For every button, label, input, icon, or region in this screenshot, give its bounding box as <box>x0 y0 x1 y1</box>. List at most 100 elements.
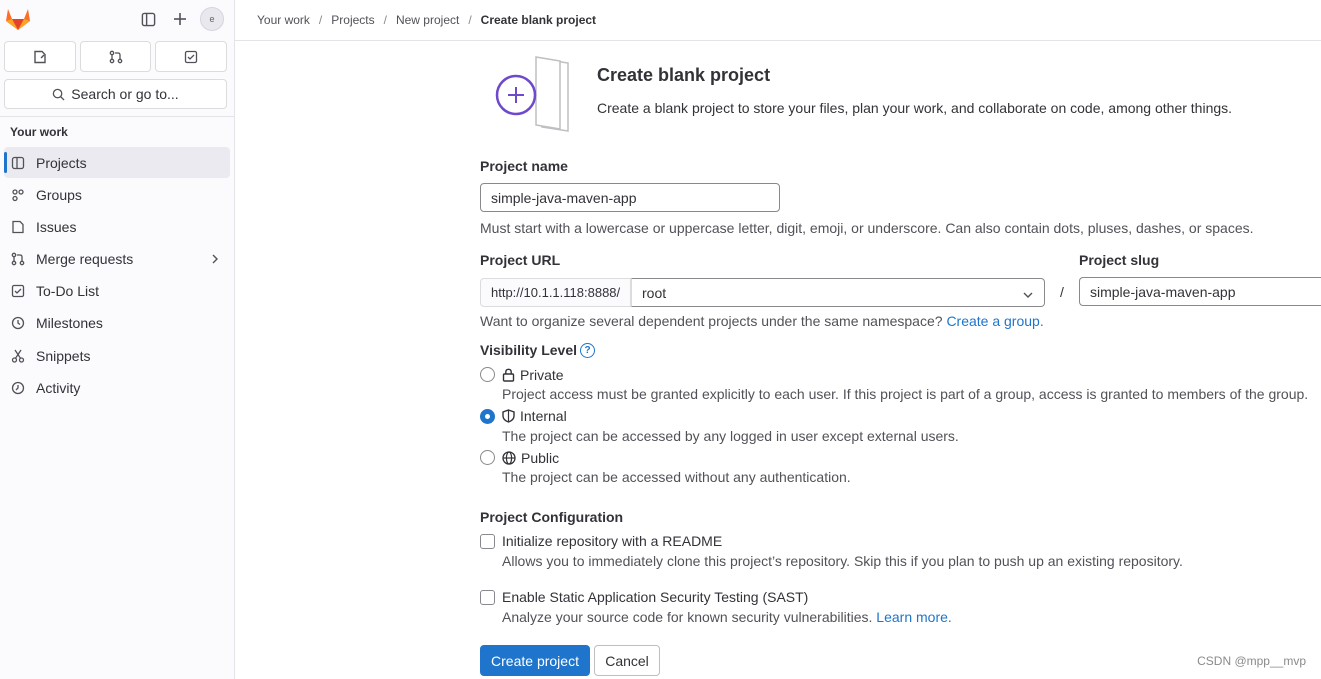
breadcrumb-separator: / <box>318 13 323 27</box>
readme-checkbox[interactable] <box>480 534 495 549</box>
sidebar-nav: Projects Groups Issues Merge requests To… <box>4 147 230 405</box>
chevron-right-icon <box>210 252 220 268</box>
breadcrumb-separator: / <box>468 13 472 27</box>
todo-counter-button[interactable] <box>155 41 228 72</box>
breadcrumb-projects[interactable]: Projects <box>331 13 374 27</box>
merge-requests-counter-button[interactable] <box>79 41 152 72</box>
search-icon <box>53 88 65 101</box>
sidebar-item-label: Projects <box>36 154 87 171</box>
todo-icon <box>10 283 26 299</box>
milestone-icon <box>10 315 26 331</box>
readme-desc: Allows you to immediately clone this pro… <box>502 553 1183 569</box>
url-prefix: http://10.1.1.118:8888/ <box>480 278 631 307</box>
visibility-private-radio[interactable] <box>480 367 495 382</box>
sidebar-item-snippets[interactable]: Snippets <box>4 340 230 371</box>
sidebar-item-activity[interactable]: Activity <box>4 372 230 403</box>
project-slug-input[interactable]: simple-java-maven-app <box>1079 277 1321 306</box>
history-icon <box>10 380 26 396</box>
sidebar: e Search or go to... Your work Projects … <box>0 0 235 679</box>
group-icon <box>10 187 26 203</box>
project-name-input[interactable]: simple-java-maven-app <box>480 183 780 212</box>
sidebar-item-label: Snippets <box>36 347 91 364</box>
sidebar-item-merge-requests[interactable]: Merge requests <box>4 244 230 275</box>
merge-request-icon <box>10 251 26 267</box>
sidebar-toggle-icon[interactable] <box>137 8 159 30</box>
sast-desc: Analyze your source code for known secur… <box>502 609 952 625</box>
readme-label[interactable]: Initialize repository with a README <box>502 533 722 549</box>
breadcrumb-new-project[interactable]: New project <box>396 13 459 27</box>
visibility-internal-radio[interactable] <box>480 409 495 424</box>
sidebar-header: e <box>0 0 234 38</box>
visibility-private-desc: Project access must be granted explicitl… <box>502 386 1309 402</box>
project-slug-label: Project slug <box>1079 252 1160 268</box>
issues-icon <box>10 219 26 235</box>
shield-icon <box>502 409 515 423</box>
breadcrumb-current[interactable]: Create blank project <box>481 13 596 27</box>
page-description: Create a blank project to store your fil… <box>597 100 1233 116</box>
sast-desc-text: Analyze your source code for known secur… <box>502 609 873 625</box>
visibility-label-text: Visibility Level <box>480 342 578 358</box>
breadcrumb: Your work / Projects / New project / Cre… <box>235 0 1321 41</box>
sidebar-item-todo-list[interactable]: To-Do List <box>4 276 230 307</box>
sidebar-item-issues[interactable]: Issues <box>4 211 230 242</box>
sidebar-item-groups[interactable]: Groups <box>4 179 230 210</box>
avatar-alt: e <box>209 14 215 24</box>
watermark: CSDN @mpp__mvp <box>1197 654 1306 668</box>
namespace-select[interactable]: root <box>631 278 1045 307</box>
create-group-link[interactable]: Create a group. <box>946 313 1043 329</box>
visibility-public-radio[interactable] <box>480 450 495 465</box>
sidebar-item-projects[interactable]: Projects <box>4 147 230 178</box>
visibility-internal-desc: The project can be accessed by any logge… <box>502 428 959 444</box>
gitlab-logo[interactable] <box>5 7 31 31</box>
visibility-public-desc: The project can be accessed without any … <box>502 469 851 485</box>
question-icon[interactable]: ? <box>580 342 596 358</box>
breadcrumb-your-work[interactable]: Your work <box>257 13 310 27</box>
issues-icon <box>34 50 46 63</box>
visibility-internal-label: Internal <box>520 408 567 424</box>
visibility-private-option[interactable]: Private <box>502 367 564 383</box>
visibility-label: Visibility Level ? <box>480 342 596 358</box>
sidebar-item-label: Milestones <box>36 315 103 332</box>
namespace-help-text: Want to organize several dependent proje… <box>480 313 943 329</box>
search-button[interactable]: Search or go to... <box>4 79 227 109</box>
chevron-down-icon <box>1022 287 1034 303</box>
project-name-help: Must start with a lowercase or uppercase… <box>480 220 1254 236</box>
project-config-label: Project Configuration <box>480 509 624 525</box>
sidebar-item-label: To-Do List <box>36 283 100 300</box>
sidebar-divider <box>0 116 234 117</box>
plus-icon[interactable] <box>169 8 191 30</box>
visibility-public-option[interactable]: Public <box>502 450 559 466</box>
blank-project-illustration <box>495 56 569 132</box>
visibility-private-label: Private <box>520 367 564 383</box>
sidebar-item-label: Merge requests <box>36 251 134 268</box>
breadcrumb-separator: / <box>383 13 387 27</box>
sidebar-item-label: Issues <box>36 218 77 235</box>
visibility-public-label: Public <box>521 450 560 466</box>
learn-more-link[interactable]: Learn more. <box>876 609 951 625</box>
globe-icon <box>502 451 516 465</box>
project-name-label: Project name <box>480 158 568 174</box>
visibility-internal-option[interactable]: Internal <box>502 408 567 424</box>
search-label: Search or go to... <box>71 86 179 102</box>
sast-checkbox[interactable] <box>480 590 495 605</box>
cancel-button[interactable]: Cancel <box>594 645 660 676</box>
create-project-button[interactable]: Create project <box>480 645 590 676</box>
sidebar-item-label: Activity <box>36 379 81 396</box>
sidebar-counters <box>4 41 228 72</box>
todo-icon <box>185 50 198 63</box>
sidebar-item-milestones[interactable]: Milestones <box>4 308 230 339</box>
project-icon <box>10 155 26 171</box>
namespace-value: root <box>642 284 667 301</box>
namespace-help: Want to organize several dependent proje… <box>480 313 1044 329</box>
sidebar-section-title: Your work <box>10 125 68 139</box>
url-slash: / <box>1060 284 1064 300</box>
merge-request-icon <box>109 50 122 63</box>
sast-label[interactable]: Enable Static Application Security Testi… <box>502 589 808 605</box>
project-url-label: Project URL <box>480 252 561 268</box>
issues-counter-button[interactable] <box>4 41 76 72</box>
sidebar-item-label: Groups <box>36 186 82 203</box>
snippet-icon <box>10 348 26 364</box>
lock-icon <box>502 368 515 382</box>
avatar[interactable]: e <box>200 7 224 31</box>
page-title: Create blank project <box>597 65 771 85</box>
